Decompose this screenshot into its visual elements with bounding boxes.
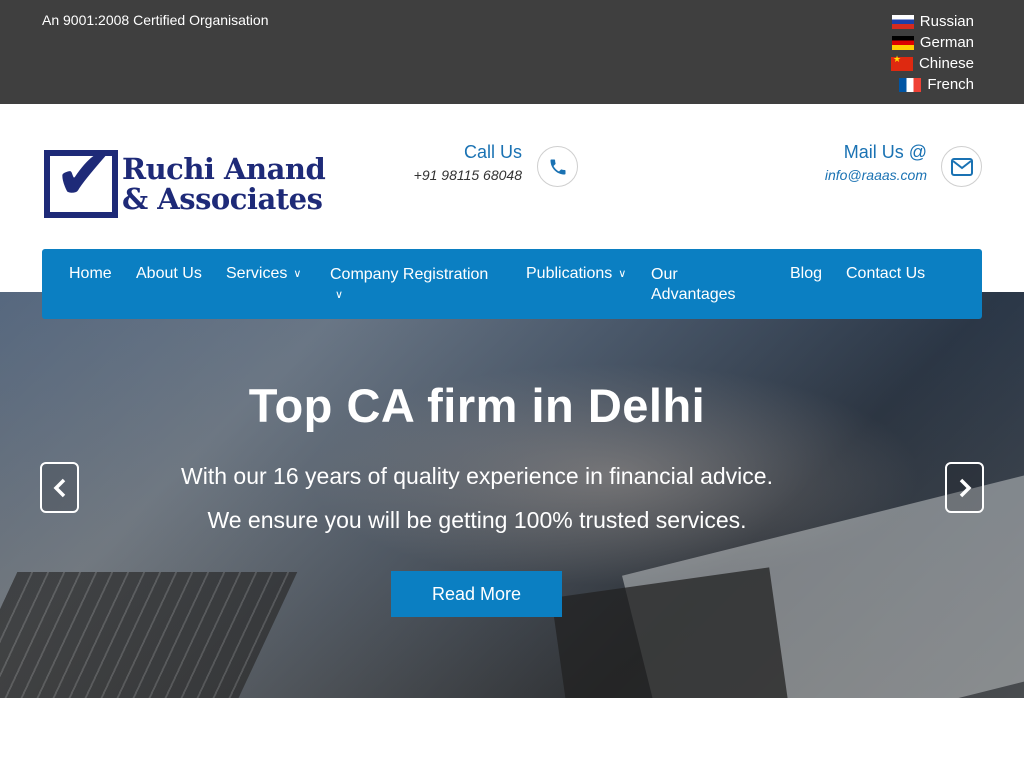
language-label: Chinese [918, 55, 974, 72]
hero-subtitle-line-1: With our 16 years of quality experience … [181, 463, 773, 489]
hero-subtitle-line-2: We ensure you will be getting 100% trust… [207, 507, 747, 533]
call-us-block: Call Us +91 98115 68048 [414, 142, 522, 183]
email-link[interactable]: info@raaas.com [825, 167, 927, 183]
main-navigation: Home About Us Services ∨ Company Registra… [42, 249, 982, 319]
nav-contact-us[interactable]: Contact Us [846, 265, 925, 283]
chevron-down-icon: ∨ [618, 268, 627, 280]
envelope-icon[interactable] [941, 146, 982, 187]
language-german[interactable]: German [814, 32, 974, 53]
chevron-left-icon [53, 478, 65, 497]
slider-next-button[interactable] [945, 462, 984, 513]
language-russian[interactable]: Russian [814, 11, 974, 32]
nav-our-advantages[interactable]: Our Advantages [651, 265, 761, 305]
hero-background-image [0, 572, 298, 698]
nav-label: Company Registration [330, 266, 489, 283]
france-flag-icon [899, 77, 922, 92]
site-logo[interactable]: ✔ Ruchi Anand & Associates [44, 138, 334, 220]
nav-label: About Us [136, 265, 202, 282]
russia-flag-icon [891, 14, 914, 29]
language-label: French [927, 76, 974, 93]
nav-label: Blog [790, 265, 823, 282]
chevron-right-icon [959, 478, 971, 497]
checkmark-logo-icon: ✔ [44, 138, 118, 218]
language-selector: Russian German Chinese French [814, 11, 974, 95]
top-bar: An 9001:2008 Certified Organisation Russ… [0, 0, 1024, 104]
language-french[interactable]: French [814, 74, 974, 95]
nav-about-us[interactable]: About Us [136, 265, 202, 283]
nav-label: Home [69, 265, 112, 282]
nav-services[interactable]: Services ∨ [226, 265, 301, 283]
phone-icon[interactable] [537, 146, 578, 187]
nav-label: Services [226, 265, 288, 282]
nav-home[interactable]: Home [69, 265, 112, 283]
nav-label: Our Advantages [651, 266, 736, 303]
read-more-button[interactable]: Read More [391, 571, 562, 617]
germany-flag-icon [891, 35, 914, 50]
call-us-title: Call Us [463, 142, 522, 162]
phone-number[interactable]: +91 98115 68048 [414, 167, 522, 183]
language-label: Russian [919, 13, 974, 30]
language-chinese[interactable]: Chinese [814, 53, 974, 74]
nav-company-registration[interactable]: Company Registration ∨ [330, 265, 500, 306]
nav-publications[interactable]: Publications ∨ [526, 265, 626, 283]
nav-label: Publications [526, 265, 613, 282]
nav-blog[interactable]: Blog [790, 265, 822, 283]
language-label: German [919, 34, 974, 51]
logo-line-2: & Associates [122, 182, 323, 216]
mail-us-block: Mail Us @ info@raaas.com [825, 142, 927, 183]
hero-title: Top CA firm in Delhi [248, 379, 706, 432]
china-flag-icon [890, 54, 913, 71]
hero-slider [0, 292, 1024, 698]
slider-prev-button[interactable] [40, 462, 79, 513]
hero-background-image [551, 567, 789, 698]
chevron-down-icon: ∨ [335, 289, 344, 301]
chevron-down-icon: ∨ [293, 268, 302, 280]
logo-line-1: Ruchi Anand [122, 152, 326, 186]
certification-text: An 9001:2008 Certified Organisation [42, 12, 269, 28]
mail-us-title: Mail Us @ [843, 142, 927, 162]
nav-label: Contact Us [846, 265, 926, 282]
